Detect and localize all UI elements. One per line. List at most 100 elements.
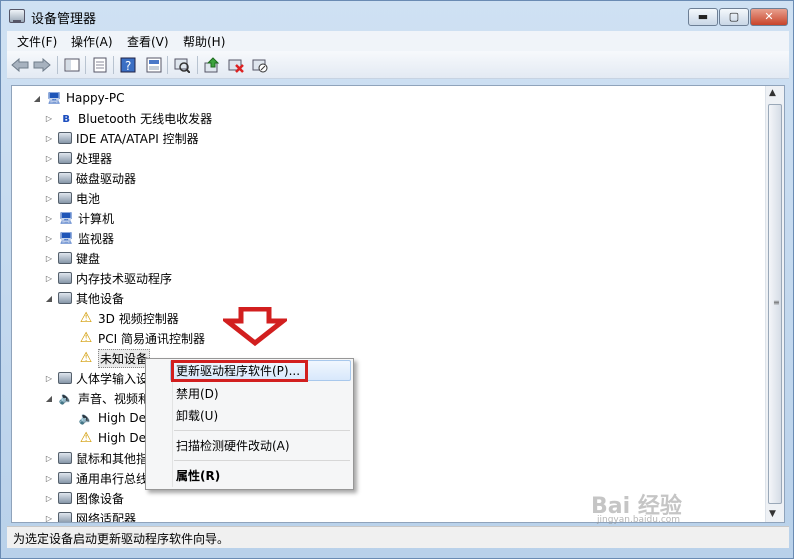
tree-item[interactable]: ⚠ PCI 简易通讯控制器 xyxy=(64,328,205,348)
tree-item[interactable]: ▷ 内存技术驱动程序 xyxy=(44,268,172,288)
tree-item[interactable]: 🔈 High De xyxy=(64,408,147,428)
scan-hardware-menu-item[interactable]: 扫描检测硬件改动(A) xyxy=(176,436,290,456)
tree-item-label: 其他设备 xyxy=(76,291,125,306)
update-driver-menu-item[interactable]: 更新驱动程序软件(P)... xyxy=(176,361,300,381)
menu-separator xyxy=(174,460,350,461)
toolbar-divider xyxy=(167,56,168,74)
speaker-icon: 🔈 xyxy=(78,411,94,425)
tree-item[interactable]: ◢ 🖥 Happy-PC xyxy=(32,88,125,108)
tree-item[interactable]: ⚠ High De xyxy=(64,428,146,448)
properties-menu-item[interactable]: 属性(R) xyxy=(176,466,220,486)
tree-item-label: 声音、视频和 xyxy=(78,391,151,406)
expand-arrow-icon[interactable]: ▷ xyxy=(44,134,54,143)
view-icon[interactable] xyxy=(145,56,163,74)
memory-driver-icon xyxy=(58,272,72,284)
tree-item[interactable]: ▷ 键盘 xyxy=(44,248,100,268)
ide-controller-icon xyxy=(58,132,72,144)
tree-item-label: 3D 视频控制器 xyxy=(98,311,179,326)
expand-arrow-icon[interactable]: ▷ xyxy=(44,454,54,463)
tree-item[interactable]: ▷ 电池 xyxy=(44,188,100,208)
tree-item[interactable]: ▷ IDE ATA/ATAPI 控制器 xyxy=(44,128,199,148)
collapse-arrow-icon[interactable]: ◢ xyxy=(32,94,42,103)
expand-arrow-icon[interactable]: ▷ xyxy=(44,214,54,223)
scroll-up-arrow-icon[interactable]: ▲ xyxy=(769,88,776,98)
tree-item-label: 电池 xyxy=(76,191,101,206)
properties-icon[interactable] xyxy=(91,56,109,74)
tree-item[interactable]: ▷ 处理器 xyxy=(44,148,112,168)
tree-item[interactable]: ▷ ʙ Bluetooth 无线电收发器 xyxy=(44,108,212,128)
tree-item[interactable]: ▷ 图像设备 xyxy=(44,488,124,508)
tree-item-label: 处理器 xyxy=(76,151,113,166)
expand-arrow-icon[interactable]: ▷ xyxy=(44,494,54,503)
expand-arrow-icon[interactable]: ▷ xyxy=(44,154,54,163)
expand-arrow-icon[interactable]: ▷ xyxy=(44,374,54,383)
expand-arrow-icon[interactable]: ▷ xyxy=(44,234,54,243)
expand-arrow-icon[interactable]: ▷ xyxy=(44,114,54,123)
tree-item[interactable]: ▷ 人体学输入设 xyxy=(44,368,148,388)
tree-item-label: PCI 简易通讯控制器 xyxy=(98,331,205,346)
forward-arrow-icon[interactable] xyxy=(33,56,51,74)
tree-item[interactable]: ▷ 鼠标和其他指 xyxy=(44,448,148,468)
tree-item[interactable]: ▷ 通用串行总线 xyxy=(44,468,148,488)
expand-arrow-icon[interactable]: ▷ xyxy=(44,474,54,483)
expand-arrow-icon[interactable]: ▷ xyxy=(44,194,54,203)
window-title: 设备管理器 xyxy=(31,12,97,27)
warning-device-icon: ⚠ xyxy=(79,350,93,366)
scroll-down-arrow-icon[interactable]: ▼ xyxy=(769,509,776,519)
tree-item[interactable]: ▷ 磁盘驱动器 xyxy=(44,168,136,188)
baidu-watermark-url: jingyan.baidu.com xyxy=(597,515,681,525)
tree-item[interactable]: ◢ 🔈 声音、视频和 xyxy=(44,388,150,408)
minimize-button[interactable]: ▬ xyxy=(688,8,718,26)
processor-icon xyxy=(58,152,72,164)
vertical-scrollbar[interactable]: ▲ ≡ ▼ xyxy=(765,86,784,522)
menu-separator xyxy=(174,430,350,431)
device-tree-panel: ◢ 🖥 Happy-PC ▷ ʙ Bluetooth 无线电收发器 ▷ IDE ATA/ATA… xyxy=(11,85,785,523)
back-arrow-icon[interactable] xyxy=(11,56,29,74)
tree-item[interactable]: ⚠ 3D 视频控制器 xyxy=(64,308,179,328)
scan-hardware-icon[interactable] xyxy=(173,56,191,74)
menu-file[interactable]: 文件(F) xyxy=(17,33,57,50)
tree-item-label: 鼠标和其他指 xyxy=(76,451,149,466)
disk-drive-icon xyxy=(58,172,72,184)
help-icon[interactable]: ? xyxy=(119,56,137,74)
bluetooth-icon: ʙ xyxy=(62,111,70,125)
expand-arrow-icon[interactable]: ▷ xyxy=(44,254,54,263)
expand-arrow-icon[interactable]: ▷ xyxy=(44,274,54,283)
camera-icon xyxy=(58,492,72,504)
toolbar-divider xyxy=(197,56,198,74)
uninstall-icon[interactable] xyxy=(227,56,245,74)
collapse-arrow-icon[interactable]: ◢ xyxy=(44,294,54,303)
collapse-arrow-icon[interactable]: ◢ xyxy=(44,394,54,403)
update-driver-icon[interactable] xyxy=(203,56,221,74)
expand-arrow-icon[interactable]: ▷ xyxy=(44,174,54,183)
other-devices-icon xyxy=(58,292,72,304)
scrollbar-thumb[interactable]: ≡ xyxy=(768,104,782,504)
uninstall-menu-item[interactable]: 卸载(U) xyxy=(176,406,218,426)
maximize-button[interactable]: ▢ xyxy=(719,8,749,26)
context-menu: 更新驱动程序软件(P)... 禁用(D) 卸载(U) 扫描检测硬件改动(A) 属… xyxy=(145,358,354,490)
tree-item[interactable]: ⚠ 未知设备 xyxy=(64,348,151,368)
speaker-icon: 🔈 xyxy=(58,391,74,405)
tree-item[interactable]: ◢ 其他设备 xyxy=(44,288,124,308)
expand-arrow-icon[interactable]: ▷ xyxy=(44,514,54,523)
hid-icon xyxy=(58,372,72,384)
menu-help[interactable]: 帮助(H) xyxy=(183,33,225,50)
menu-action[interactable]: 操作(A) xyxy=(71,33,113,50)
network-adapter-icon xyxy=(58,512,72,522)
tree-item[interactable]: ▷ 网络适配器 xyxy=(44,508,137,523)
menu-view[interactable]: 查看(V) xyxy=(127,33,169,50)
menu-bar: 文件(F) 操作(A) 查看(V) 帮助(H) xyxy=(7,31,789,51)
disable-menu-item[interactable]: 禁用(D) xyxy=(176,384,219,404)
tree-item[interactable]: ▷ 🖥 计算机 xyxy=(44,208,114,228)
disable-icon[interactable] xyxy=(251,56,269,74)
status-bar: 为选定设备启动更新驱动程序软件向导。 xyxy=(7,526,789,548)
tree-item-label: 内存技术驱动程序 xyxy=(76,271,173,286)
title-bar[interactable]: 设备管理器 ▬ ▢ ✕ xyxy=(1,1,793,31)
tree-item-label: 监视器 xyxy=(78,231,115,246)
tree-item[interactable]: ▷ 🖥 监视器 xyxy=(44,228,114,248)
scrollbar-grip-icon: ≡ xyxy=(773,298,780,307)
tree-item-label: 网络适配器 xyxy=(76,511,137,523)
warning-device-icon: ⚠ xyxy=(79,310,93,326)
show-hide-tree-icon[interactable] xyxy=(63,56,81,74)
close-button[interactable]: ✕ xyxy=(750,8,788,26)
